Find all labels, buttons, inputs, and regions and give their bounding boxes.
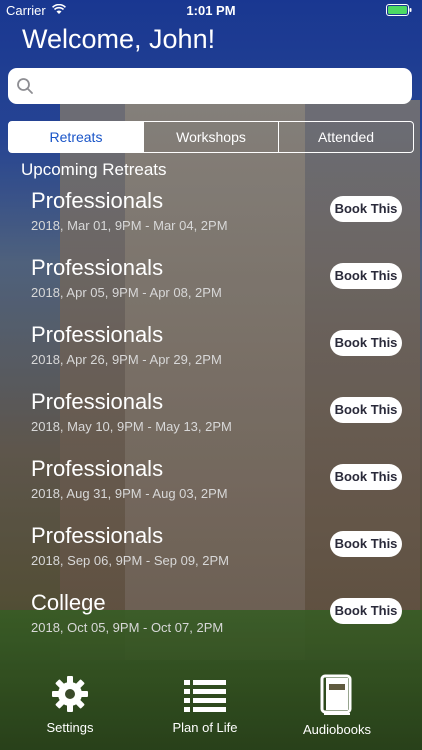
list-item[interactable]: Professionals 2018, Sep 06, 9PM - Sep 09… — [0, 521, 422, 588]
tabbar-plan[interactable]: Plan of Life — [145, 674, 265, 735]
retreat-dates: 2018, Sep 06, 9PM - Sep 09, 2PM — [31, 553, 230, 568]
book-button[interactable]: Book This — [330, 196, 402, 222]
book-button[interactable]: Book This — [330, 330, 402, 356]
retreat-title: Professionals — [31, 523, 164, 548]
list-item[interactable]: Professionals 2018, Apr 26, 9PM - Apr 29… — [0, 320, 422, 387]
search-bar[interactable] — [8, 68, 412, 104]
tabbar-settings[interactable]: Settings — [10, 674, 130, 735]
gear-icon — [52, 676, 88, 712]
list-item[interactable]: College 2018, Oct 05, 9PM - Oct 07, 2PM … — [0, 588, 422, 655]
retreat-dates: 2018, Aug 31, 9PM - Aug 03, 2PM — [31, 486, 228, 501]
retreat-title: Professionals — [31, 322, 164, 347]
list-icon — [184, 680, 226, 712]
tab-attended[interactable]: Attended — [278, 122, 413, 152]
list-item[interactable]: Professionals 2018, Apr 05, 9PM - Apr 08… — [0, 253, 422, 320]
tabbar-audiobooks[interactable]: Audiobooks — [277, 674, 397, 737]
book-button[interactable]: Book This — [330, 464, 402, 490]
tab-workshops[interactable]: Workshops — [143, 122, 278, 152]
segmented-tabs: Retreats Workshops Attended — [8, 121, 414, 153]
retreat-title: Professionals — [31, 389, 164, 414]
retreat-dates: 2018, Apr 26, 9PM - Apr 29, 2PM — [31, 352, 222, 367]
retreat-list: Professionals 2018, Mar 01, 9PM - Mar 04… — [0, 186, 422, 655]
bottom-tab-bar: Settings Plan of Life Audiobooks — [0, 670, 422, 750]
tab-retreats[interactable]: Retreats — [9, 122, 143, 152]
retreat-dates: 2018, Oct 05, 9PM - Oct 07, 2PM — [31, 620, 224, 635]
book-button[interactable]: Book This — [330, 397, 402, 423]
retreat-title: Professionals — [31, 255, 164, 280]
retreat-title: Professionals — [31, 188, 164, 213]
book-button[interactable]: Book This — [330, 598, 402, 624]
tabbar-audiobooks-label: Audiobooks — [303, 722, 371, 737]
list-item[interactable]: Professionals 2018, May 10, 9PM - May 13… — [0, 387, 422, 454]
search-input[interactable] — [44, 75, 408, 99]
book-button[interactable]: Book This — [330, 531, 402, 557]
retreat-title: Professionals — [31, 456, 164, 481]
list-item[interactable]: Professionals 2018, Aug 31, 9PM - Aug 03… — [0, 454, 422, 521]
retreat-title: College — [31, 590, 106, 615]
status-time: 1:01 PM — [186, 3, 236, 18]
retreat-dates: 2018, Apr 05, 9PM - Apr 08, 2PM — [31, 285, 222, 300]
book-button[interactable]: Book This — [330, 263, 402, 289]
retreat-dates: 2018, Mar 01, 9PM - Mar 04, 2PM — [31, 218, 228, 233]
book-icon — [320, 674, 352, 715]
tabbar-plan-label: Plan of Life — [172, 720, 238, 735]
section-title: Upcoming Retreats — [21, 160, 167, 179]
search-icon — [17, 78, 33, 94]
retreat-dates: 2018, May 10, 9PM - May 13, 2PM — [31, 419, 232, 434]
tabbar-settings-label: Settings — [46, 720, 94, 735]
battery-icon — [386, 4, 412, 16]
list-item[interactable]: Professionals 2018, Mar 01, 9PM - Mar 04… — [0, 186, 422, 253]
status-bar: Carrier 1:01 PM — [0, 0, 422, 22]
welcome-title: Welcome, John! — [22, 24, 216, 54]
